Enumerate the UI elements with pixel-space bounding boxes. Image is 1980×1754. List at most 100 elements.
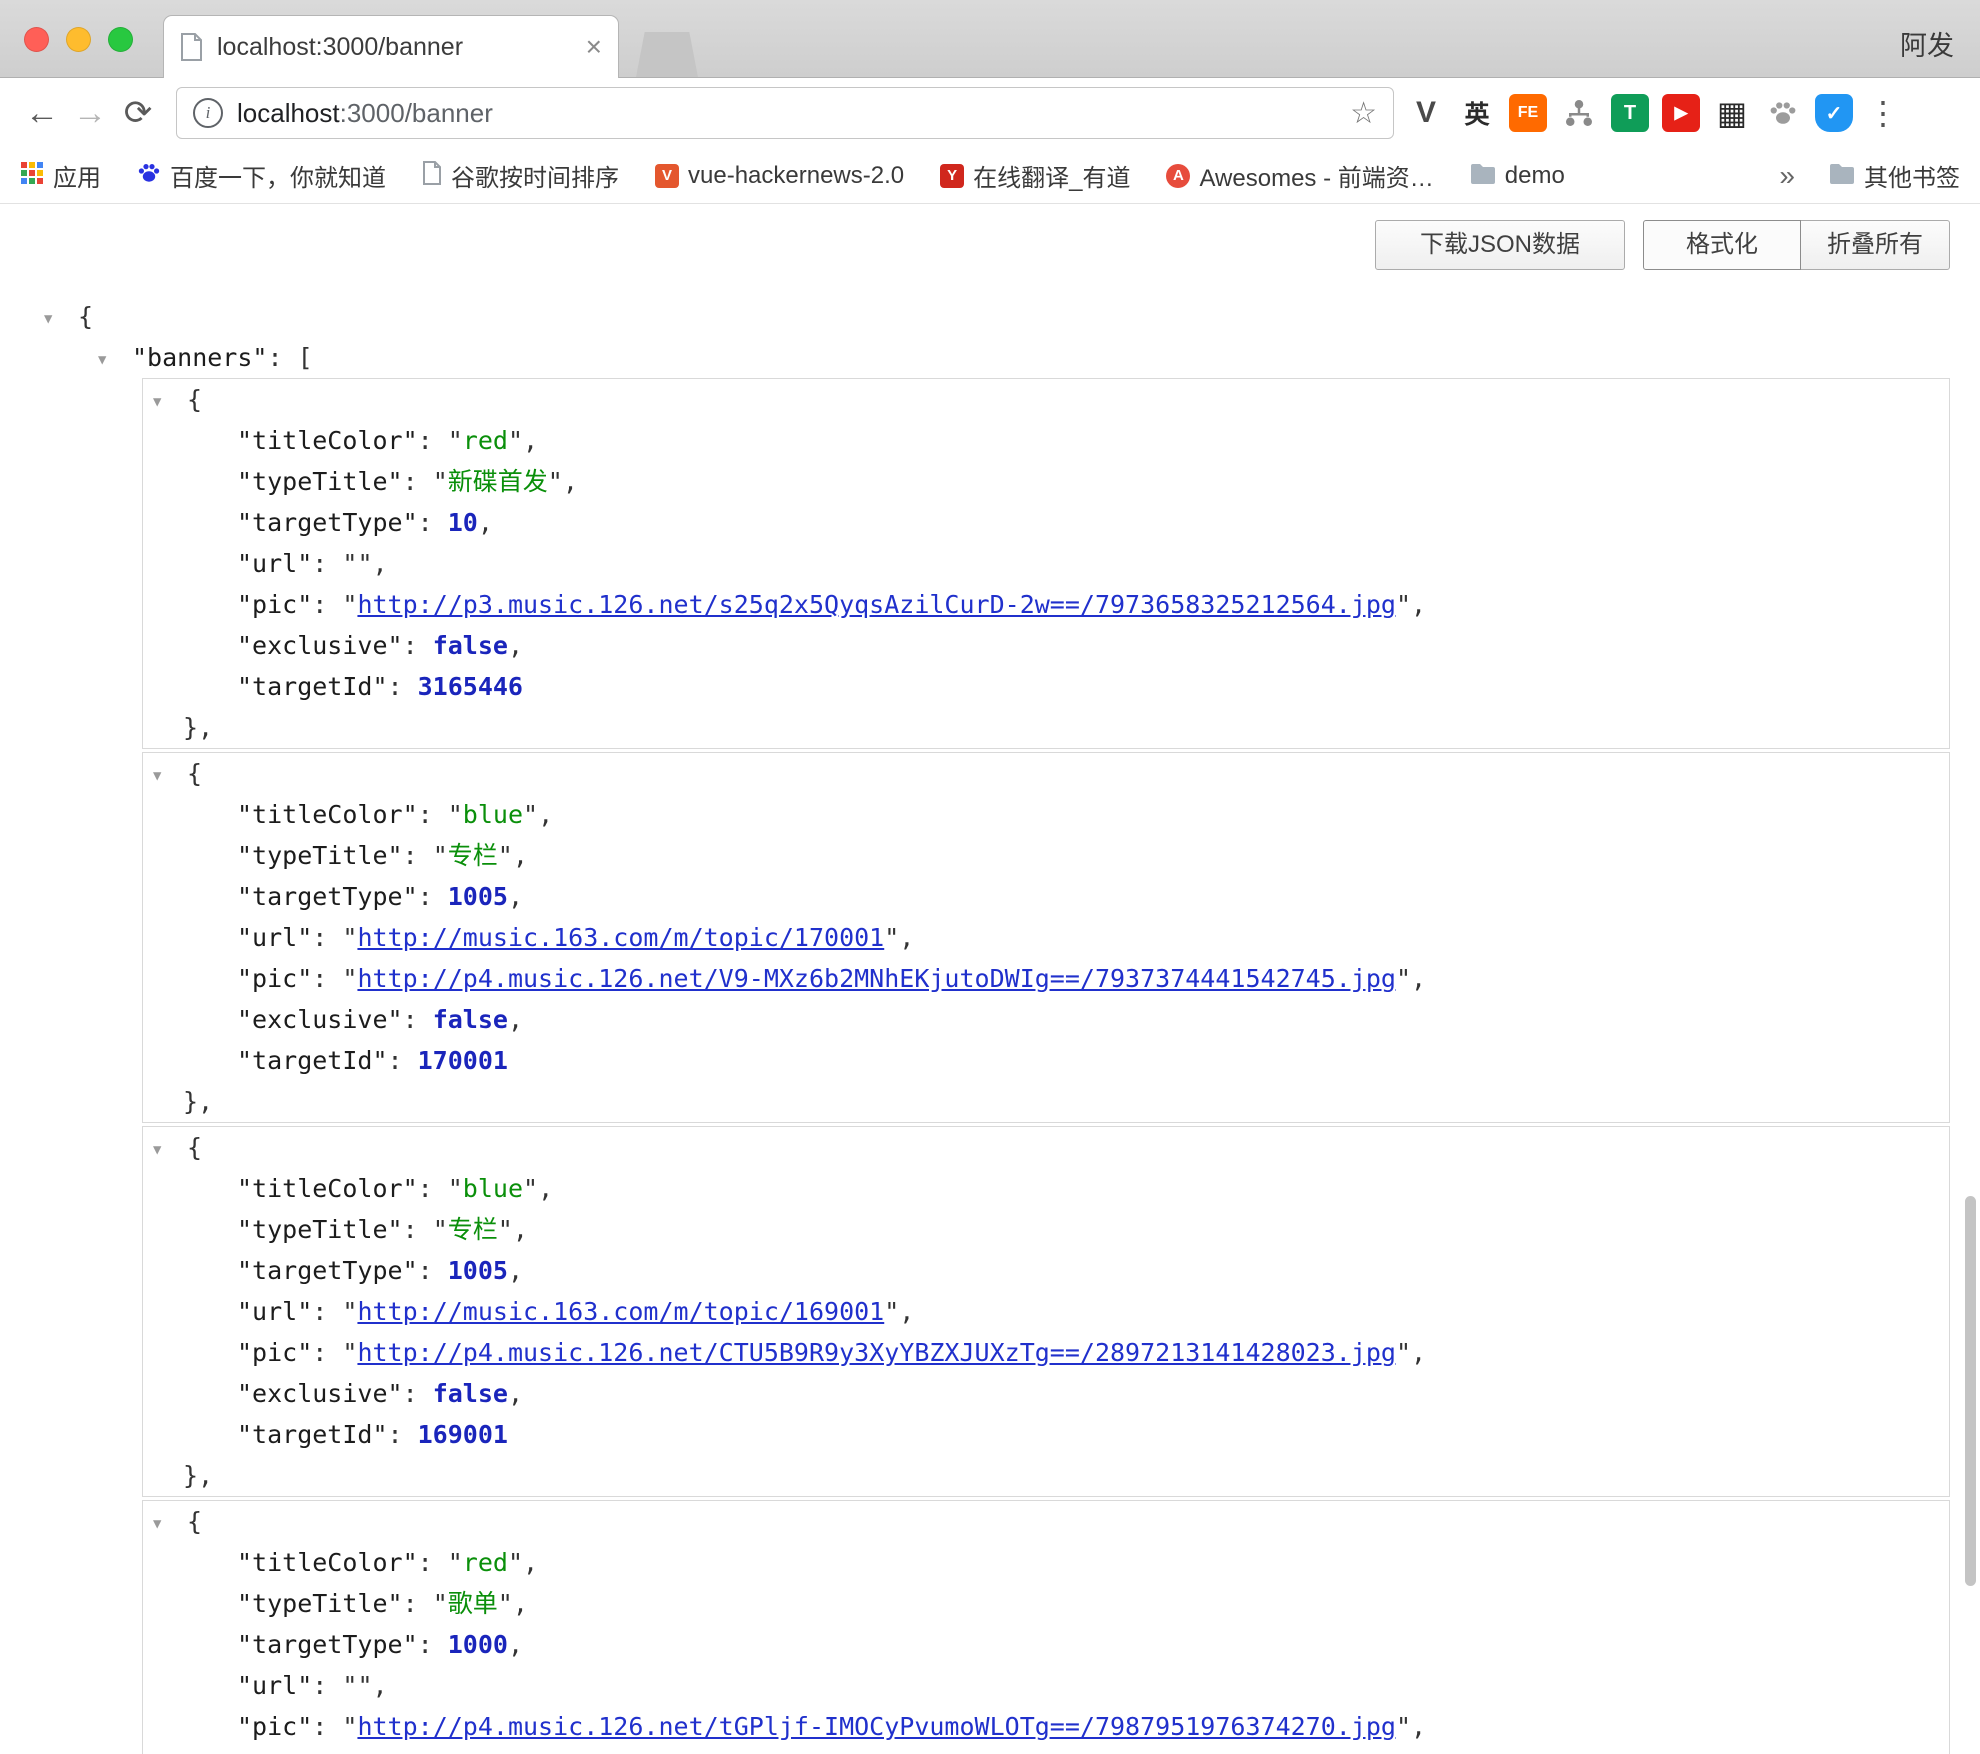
banners-container: ▼{"titleColor": "red","typeTitle": "新碟首发… (0, 378, 1980, 1754)
json-url-link[interactable]: http://p4.music.126.net/tGPljf-IMOCyPvum… (357, 1712, 1396, 1741)
json-property-line: "pic": "http://p4.music.126.net/V9-MXz6b… (143, 958, 1949, 999)
zoom-window-button[interactable] (108, 27, 133, 52)
page-icon (422, 161, 442, 190)
toolbar: ← → ⟳ i localhost:3000/banner ☆ V 英 FE T… (0, 78, 1980, 148)
json-property-line: "pic": "http://p3.music.126.net/s25q2x5Q… (143, 584, 1949, 625)
json-property-line: "typeTitle": "新碟首发", (143, 461, 1949, 502)
json-url-link[interactable]: http://p4.music.126.net/V9-MXz6b2MNhEKju… (357, 964, 1396, 993)
json-property-line: "typeTitle": "歌单", (143, 1583, 1949, 1624)
paw-extension-icon[interactable] (1764, 94, 1802, 132)
bookmark-label: 在线翻译_有道 (973, 158, 1130, 193)
json-property-line: "titleColor": "blue", (143, 794, 1949, 835)
format-button[interactable]: 格式化 (1643, 220, 1801, 270)
json-object-close-line: }, (143, 1081, 1949, 1122)
baidu-paw-icon (137, 161, 161, 190)
json-object-open-line: ▼{ (143, 1501, 1949, 1542)
back-icon[interactable]: ← (18, 94, 66, 133)
collapse-icon[interactable]: ▼ (153, 756, 187, 797)
bookmark-item-vue-hackernews[interactable]: V vue-hackernews-2.0 (655, 162, 904, 190)
bookmarks-bar: 应用 百度一下，你就知道 谷歌按时间排序 V vue-hackernews-2.… (0, 148, 1980, 204)
collapse-icon[interactable]: ▼ (153, 1504, 187, 1545)
youdao-favicon: Y (940, 164, 964, 188)
new-tab-button[interactable] (636, 32, 698, 77)
download-json-button[interactable]: 下载JSON数据 (1375, 220, 1625, 270)
shield-check-extension-icon[interactable]: ✓ (1815, 94, 1853, 132)
bookmark-label: 谷歌按时间排序 (451, 158, 619, 193)
json-property-line: "targetType": 10, (143, 502, 1949, 543)
json-object-close-line: }, (143, 707, 1949, 748)
json-property-line: "exclusive": false (143, 1747, 1949, 1754)
close-window-button[interactable] (24, 27, 49, 52)
json-object-open-line: ▼{ (143, 1127, 1949, 1168)
url-bar[interactable]: i localhost:3000/banner ☆ (176, 87, 1394, 139)
json-property-line: "exclusive": false, (143, 625, 1949, 666)
json-url-link[interactable]: http://music.163.com/m/topic/170001 (357, 923, 884, 952)
json-url-link[interactable]: http://p4.music.126.net/CTU5B9R9y3XyYBZX… (357, 1338, 1396, 1367)
info-icon[interactable]: i (193, 98, 223, 128)
close-tab-icon[interactable]: × (586, 33, 602, 61)
json-root-line: ▼{ (0, 296, 1980, 337)
json-property-line: "url": "http://music.163.com/m/topic/170… (143, 917, 1949, 958)
json-property-line: "url": "http://music.163.com/m/topic/169… (143, 1291, 1949, 1332)
org-chart-extension-icon[interactable] (1560, 94, 1598, 132)
json-property-line: "url": "", (143, 1665, 1949, 1706)
collapse-all-button[interactable]: 折叠所有 (1800, 220, 1950, 270)
collapse-icon[interactable]: ▼ (98, 340, 132, 381)
qr-code-extension-icon[interactable]: ▦ (1713, 94, 1751, 132)
page-icon (180, 33, 203, 61)
fe-extension-icon[interactable]: FE (1509, 94, 1547, 132)
json-property-line: "targetId": 170001 (143, 1040, 1949, 1081)
apps-grid-icon (20, 161, 44, 190)
json-property-line: "targetType": 1005, (143, 1250, 1949, 1291)
browser-menu-icon[interactable]: ⋮ (1867, 94, 1899, 132)
youdao-dict-extension-icon[interactable]: 英 (1458, 94, 1496, 132)
collapse-icon[interactable]: ▼ (153, 382, 187, 423)
json-url-link[interactable]: http://music.163.com/m/topic/169001 (357, 1297, 884, 1326)
bookmark-label: 应用 (53, 158, 101, 193)
json-object-box: ▼{"titleColor": "red","typeTitle": "新碟首发… (142, 378, 1950, 749)
other-bookmarks-folder[interactable]: 其他书签 (1829, 158, 1960, 193)
video-extension-icon[interactable]: ▶ (1662, 94, 1700, 132)
bookmarks-overflow-icon[interactable]: » (1779, 160, 1795, 192)
collapse-icon[interactable]: ▼ (44, 299, 78, 340)
json-property-line: "targetId": 3165446 (143, 666, 1949, 707)
json-property-line: "pic": "http://p4.music.126.net/CTU5B9R9… (143, 1332, 1949, 1373)
bookmark-item-youdao-translate[interactable]: Y 在线翻译_有道 (940, 158, 1130, 193)
awesomes-favicon: A (1166, 164, 1190, 188)
titlebar: localhost:3000/banner × 阿发 (0, 0, 1980, 78)
collapse-icon[interactable]: ▼ (153, 1130, 187, 1171)
json-tree: ▼{ ▼"banners": [ ▼{"titleColor": "red","… (0, 204, 1980, 1754)
bookmark-star-icon[interactable]: ☆ (1350, 96, 1377, 131)
bookmark-item-google-sort[interactable]: 谷歌按时间排序 (422, 158, 619, 193)
browser-tab[interactable]: localhost:3000/banner × (163, 15, 619, 78)
json-property-line: "titleColor": "blue", (143, 1168, 1949, 1209)
json-property-line: "url": "", (143, 543, 1949, 584)
json-viewer-actions: 下载JSON数据 格式化 折叠所有 (1375, 220, 1950, 270)
json-property-line: "targetType": 1000, (143, 1624, 1949, 1665)
url-path: :3000/banner (340, 98, 493, 128)
json-url-link[interactable]: http://p3.music.126.net/s25q2x5QyqsAzilC… (357, 590, 1396, 619)
folder-icon (1470, 163, 1496, 189)
vertical-scrollbar-thumb[interactable] (1965, 1196, 1976, 1586)
json-property-line: "exclusive": false, (143, 999, 1949, 1040)
bookmark-item-baidu[interactable]: 百度一下，你就知道 (137, 158, 386, 193)
minimize-window-button[interactable] (66, 27, 91, 52)
json-property-line: "exclusive": false, (143, 1373, 1949, 1414)
json-property-line: "titleColor": "red", (143, 1542, 1949, 1583)
bookmark-label: demo (1505, 162, 1565, 190)
bookmark-label: Awesomes - 前端资… (1199, 158, 1433, 193)
vue-favicon: V (655, 164, 679, 188)
profile-name[interactable]: 阿发 (1900, 24, 1954, 63)
bookmark-item-apps[interactable]: 应用 (20, 158, 101, 193)
vimium-extension-icon[interactable]: V (1407, 94, 1445, 132)
folder-icon (1829, 163, 1855, 189)
url-text[interactable]: localhost:3000/banner (237, 98, 1350, 129)
bookmark-item-demo[interactable]: demo (1470, 162, 1565, 190)
json-property-line: "targetType": 1005, (143, 876, 1949, 917)
tampermonkey-extension-icon[interactable]: T (1611, 94, 1649, 132)
bookmark-item-awesomes[interactable]: A Awesomes - 前端资… (1166, 158, 1433, 193)
json-object-open-line: ▼{ (143, 379, 1949, 420)
forward-icon[interactable]: → (66, 94, 114, 133)
reload-icon[interactable]: ⟳ (114, 93, 162, 133)
json-property-line: "typeTitle": "专栏", (143, 1209, 1949, 1250)
